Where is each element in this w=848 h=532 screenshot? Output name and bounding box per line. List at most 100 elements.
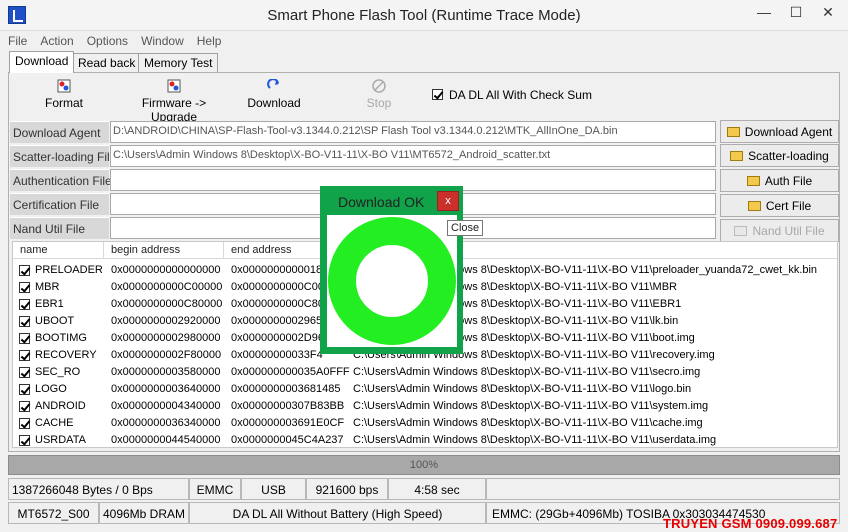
status-baud: 921600 bps: [306, 478, 388, 500]
menu-window[interactable]: Window: [133, 31, 189, 48]
cell-name: BOOTIMG: [35, 332, 87, 344]
download-agent-label: Download Agent: [10, 121, 109, 143]
status-chip: MT6572_S00: [8, 502, 99, 524]
cell-end-address: 0x0000000002965: [231, 315, 323, 327]
status-dram: 4096Mb DRAM: [99, 502, 189, 524]
table-row[interactable]: ANDROID 0x0000000004340000 0x00000000307B8…: [13, 398, 837, 415]
cell-name: ANDROID: [35, 400, 86, 412]
cell-name: PRELOADER: [35, 264, 103, 276]
cell-end-address: 0x000000000035A0FFF: [231, 366, 350, 378]
header-name[interactable]: name: [20, 244, 48, 256]
auth-file-label: Authentication File: [10, 169, 112, 191]
cell-begin-address: 0x0000000003580000: [111, 366, 221, 378]
stop-icon: [372, 79, 386, 93]
cert-file-button[interactable]: Cert File: [720, 194, 839, 217]
row-checkbox[interactable]: [19, 282, 30, 293]
folder-icon: [747, 201, 761, 211]
dialog-close-button[interactable]: x: [437, 191, 459, 211]
download-label: Download: [247, 96, 301, 110]
cell-name: UBOOT: [35, 315, 75, 327]
toolbar: Format Firmware -> Upgrade Download Stop: [9, 78, 839, 124]
menu-options[interactable]: Options: [79, 31, 133, 48]
table-row[interactable]: LOGO 0x0000000003640000 0x0000000003681485…: [13, 381, 837, 398]
maximize-button[interactable]: ☐: [782, 2, 810, 24]
download-agent-button[interactable]: Download Agent: [720, 120, 839, 143]
tab-download[interactable]: Download: [9, 51, 75, 73]
firmware-upgrade-button[interactable]: Firmware -> Upgrade: [118, 78, 230, 124]
cell-begin-address: 0x0000000002980000: [111, 332, 221, 344]
cell-end-address: 0x00000000307B83BB: [231, 400, 345, 412]
cell-end-address: 0x00000000033F4: [231, 349, 323, 361]
tab-read-back[interactable]: Read back: [72, 53, 142, 72]
checksum-checkbox[interactable]: DA DL All With Check Sum: [432, 88, 592, 102]
row-checkbox[interactable]: [19, 350, 30, 361]
row-checkbox[interactable]: [19, 367, 30, 378]
cell-begin-address: 0x0000000003640000: [111, 383, 221, 395]
download-ok-dialog: Download OK x: [320, 186, 463, 354]
cell-end-address: 0x0000000003681485: [231, 383, 341, 395]
scatter-loading-button[interactable]: Scatter-loading: [720, 144, 839, 167]
row-checkbox[interactable]: [19, 435, 30, 446]
nand-util-button-label: Nand Util File: [752, 224, 825, 238]
cell-name: RECOVERY: [35, 349, 97, 361]
row-checkbox[interactable]: [19, 299, 30, 310]
cell-begin-address: 0x0000000002F80000: [111, 349, 222, 361]
minimize-button[interactable]: —: [750, 2, 778, 24]
progress-bar: 100%: [8, 455, 840, 475]
cell-begin-address: 0x0000000000C80000: [111, 298, 223, 310]
cell-name: SEC_RO: [35, 366, 81, 378]
row-checkbox[interactable]: [19, 418, 30, 429]
cell-name: MBR: [35, 281, 60, 293]
title-bar: Smart Phone Flash Tool (Runtime Trace Mo…: [0, 0, 848, 31]
cell-name: LOGO: [35, 383, 67, 395]
menu-help[interactable]: Help: [189, 31, 227, 48]
scatter-loading-button-label: Scatter-loading: [748, 149, 829, 163]
table-row[interactable]: SEC_RO 0x0000000003580000 0x000000000035A0…: [13, 364, 837, 381]
window-title: Smart Phone Flash Tool (Runtime Trace Mo…: [267, 7, 581, 24]
status-bytes: 1387266048 Bytes / 0 Bps: [8, 478, 189, 500]
cell-end-address: 0x0000000045C4A237: [231, 434, 344, 446]
close-window-button[interactable]: ✕: [814, 2, 842, 24]
header-separator: [103, 242, 104, 259]
nand-util-button[interactable]: Nand Util File: [720, 219, 839, 242]
row-checkbox[interactable]: [19, 401, 30, 412]
folder-icon: [734, 226, 748, 236]
row-checkbox[interactable]: [19, 384, 30, 395]
watermark-text: TRUYEN GSM 0909.099.687: [663, 516, 838, 531]
download-arrow-icon: [267, 78, 281, 93]
format-button[interactable]: Format: [45, 78, 83, 110]
status-mode: DA DL All Without Battery (High Speed): [189, 502, 486, 524]
menu-bar: File Action Options Window Help: [0, 31, 848, 51]
status-time: 4:58 sec: [388, 478, 486, 500]
stop-button[interactable]: Stop: [364, 78, 394, 110]
cell-name: CACHE: [35, 417, 74, 429]
download-agent-input[interactable]: D:\ANDROID\CHINA\SP-Flash-Tool-v3.1344.0…: [110, 121, 716, 143]
header-end-address[interactable]: end address: [231, 244, 292, 256]
checkbox-checked-icon: [432, 89, 443, 100]
cell-begin-address: 0x0000000002920000: [111, 315, 221, 327]
tab-memory-test[interactable]: Memory Test: [138, 53, 219, 72]
folder-icon: [746, 176, 760, 186]
row-checkbox[interactable]: [19, 333, 30, 344]
row-checkbox[interactable]: [19, 265, 30, 276]
cell-name: EBR1: [35, 298, 64, 310]
dialog-title: Download OK: [338, 194, 425, 210]
cell-begin-address: 0x0000000000C00000: [111, 281, 223, 293]
menu-file[interactable]: File: [0, 31, 32, 48]
cell-location: C:\Users\Admin Windows 8\Desktop\X-BO-V1…: [353, 366, 701, 378]
row-checkbox[interactable]: [19, 316, 30, 327]
cell-location: C:\Users\Admin Windows 8\Desktop\X-BO-V1…: [353, 434, 717, 446]
table-row[interactable]: USRDATA 0x0000000044540000 0x0000000045C4A…: [13, 432, 837, 447]
cell-location: C:\Users\Admin Windows 8\Desktop\X-BO-V1…: [353, 400, 709, 412]
cell-location: C:\Users\Admin Windows 8\Desktop\X-BO-V1…: [353, 383, 692, 395]
cert-file-button-label: Cert File: [765, 199, 812, 213]
auth-file-button-label: Auth File: [764, 174, 813, 188]
download-button[interactable]: Download: [247, 78, 301, 110]
format-label: Format: [45, 96, 84, 110]
progress-text: 100%: [409, 459, 439, 471]
scatter-file-input[interactable]: C:\Users\Admin Windows 8\Desktop\X-BO-V1…: [110, 145, 716, 167]
header-begin-address[interactable]: begin address: [111, 244, 180, 256]
auth-file-button[interactable]: Auth File: [720, 169, 839, 192]
table-row[interactable]: CACHE 0x0000000036340000 0x000000003691E0C…: [13, 415, 837, 432]
menu-action[interactable]: Action: [32, 31, 78, 48]
